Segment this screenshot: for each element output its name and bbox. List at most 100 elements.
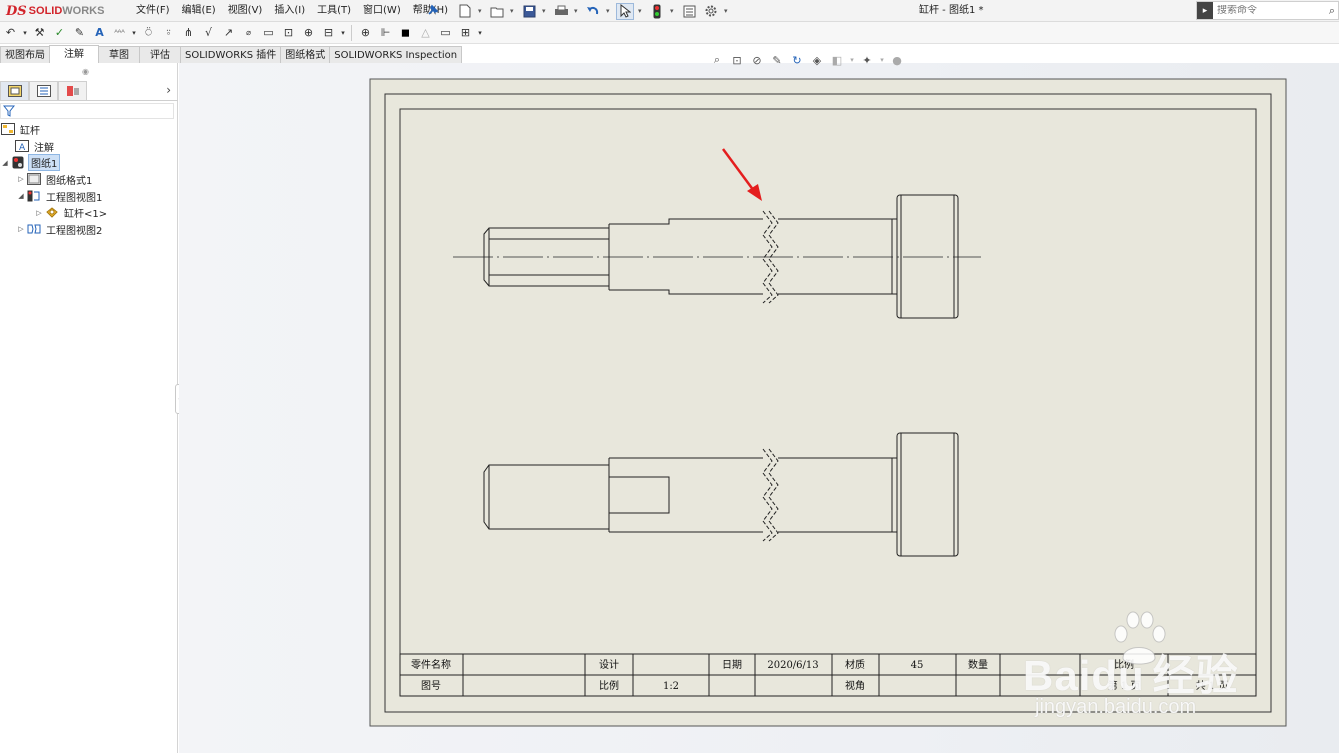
feature-tree: 缸杆 A 注解 ◢ 图纸1 ▷ 图纸格式1 ◢ 工程图视图1 ▷ 缸杆<1> ▷…	[0, 121, 178, 238]
menu-insert[interactable]: 插入(I)	[268, 0, 311, 22]
chevron-down-icon[interactable]: ▾	[477, 24, 483, 42]
print-icon[interactable]	[552, 3, 570, 20]
chevron-down-icon[interactable]: ▾	[478, 7, 484, 15]
revision-symbol-icon[interactable]: ▭	[437, 24, 454, 42]
tb-material-label: 材质	[845, 658, 865, 671]
weld-symbol-icon[interactable]: ↗	[220, 24, 237, 42]
filter-icon[interactable]	[3, 105, 15, 117]
sheet-format-icon	[26, 173, 41, 186]
expand-toggle-icon[interactable]: ◢	[0, 159, 10, 167]
chevron-down-icon[interactable]: ▾	[670, 7, 676, 15]
tb-scale-label-2: 比例	[1114, 658, 1134, 671]
tree-item-label: 注解	[34, 142, 54, 154]
tb-view-angle-label: 视角	[845, 679, 865, 692]
chevron-down-icon[interactable]: ▾	[638, 7, 644, 15]
graphics-area[interactable]: ⌕ ⊡ ⊘ ✎ ↻ ◈ ◧ ▾ ✦ ▾ ● 零件名称 设计 日期 2020/6/…	[179, 53, 1339, 753]
search-scope-icon[interactable]: ▸	[1197, 2, 1213, 19]
tb-material-value: 45	[911, 660, 924, 671]
menu-edit[interactable]: 编辑(E)	[176, 0, 222, 22]
menu-file[interactable]: 文件(F)	[130, 0, 176, 22]
tree-item-root[interactable]: 缸杆	[0, 121, 178, 138]
search-input[interactable]	[1217, 5, 1317, 16]
tb-scale-label: 比例	[599, 679, 619, 692]
configuration-manager-tab-icon[interactable]	[58, 81, 87, 100]
area-hatch-icon[interactable]: ◼	[397, 24, 414, 42]
pin-icon[interactable]	[426, 3, 440, 17]
center-mark-icon[interactable]: ⊕	[357, 24, 374, 42]
tree-item-drawing-view-1[interactable]: ◢ 工程图视图1	[0, 188, 178, 205]
surface-finish-icon[interactable]: √	[200, 24, 217, 42]
model-items-icon[interactable]: ⚒	[31, 24, 48, 42]
expand-toggle-icon[interactable]: ▷	[16, 175, 26, 183]
chevron-down-icon[interactable]: ▾	[131, 24, 137, 42]
solidworks-logo[interactable]: DS SOLIDWORKS	[6, 2, 104, 20]
tree-item-annotations[interactable]: A 注解	[0, 138, 178, 155]
tree-item-sheet[interactable]: ◢ 图纸1	[0, 154, 178, 172]
revision-cloud-icon[interactable]: △	[417, 24, 434, 42]
linear-note-pattern-icon[interactable]: ᴬᴬᴬ	[111, 24, 128, 42]
property-manager-tab-icon[interactable]	[29, 81, 58, 100]
tree-item-drawing-view-2[interactable]: ▷ 工程图视图2	[0, 221, 178, 238]
save-icon[interactable]	[520, 3, 538, 20]
feature-manager-tab-icon[interactable]	[0, 81, 29, 100]
tab-solidworks-addins[interactable]: SOLIDWORKS 插件	[180, 46, 282, 63]
logo-works: WORKS	[62, 5, 105, 17]
menu-view[interactable]: 视图(V)	[222, 0, 269, 22]
balloon-icon[interactable]: ⍥	[140, 24, 157, 42]
tree-item-part[interactable]: ▷ 缸杆<1>	[0, 204, 178, 221]
tab-view-layout[interactable]: 视图布局	[0, 46, 50, 63]
blocks-icon[interactable]: ⊟	[320, 24, 337, 42]
tab-sketch[interactable]: 草图	[98, 46, 140, 63]
panel-grip-icon[interactable]: ◉	[82, 67, 89, 76]
logo-solid: SOLID	[28, 5, 63, 17]
auto-balloon-icon[interactable]: ⍤	[160, 24, 177, 42]
rebuild-icon[interactable]	[648, 3, 666, 20]
menu-bar: 文件(F) 编辑(E) 视图(V) 插入(I) 工具(T) 窗口(W) 帮助(H…	[130, 0, 454, 22]
expand-toggle-icon[interactable]: ▷	[34, 209, 44, 217]
tab-evaluate[interactable]: 评估	[139, 46, 181, 63]
tree-item-label: 缸杆	[20, 125, 40, 137]
format-painter-icon[interactable]: ✎	[71, 24, 88, 42]
undo-icon[interactable]	[584, 3, 602, 20]
hole-callout-icon[interactable]: ⌀	[240, 24, 257, 42]
expand-toggle-icon[interactable]: ▷	[16, 225, 26, 233]
search-icon[interactable]: ⌕	[1329, 4, 1335, 18]
file-properties-icon[interactable]	[680, 3, 698, 20]
tb-date-label: 日期	[722, 659, 742, 671]
magnetic-line-icon[interactable]: ⋔	[180, 24, 197, 42]
smart-dimension-icon[interactable]: ↶	[2, 24, 19, 42]
datum-feature-icon[interactable]: ⊡	[280, 24, 297, 42]
tree-filter[interactable]	[0, 103, 174, 119]
sheet-icon	[10, 156, 25, 169]
select-pointer-icon[interactable]	[616, 2, 634, 20]
tree-item-sheet-format[interactable]: ▷ 图纸格式1	[0, 171, 178, 188]
chevron-down-icon[interactable]: ▾	[510, 7, 516, 15]
tab-sheet-format[interactable]: 图纸格式	[280, 46, 331, 63]
chevron-down-icon[interactable]: ▾	[542, 7, 548, 15]
chevron-down-icon[interactable]: ▾	[340, 24, 346, 42]
menu-tools[interactable]: 工具(T)	[311, 0, 357, 22]
chevron-right-icon[interactable]: ›	[166, 83, 171, 97]
tab-solidworks-inspection[interactable]: SOLIDWORKS Inspection	[329, 46, 463, 63]
tab-annotation[interactable]: 注解	[49, 45, 99, 63]
new-document-icon[interactable]	[456, 3, 474, 20]
geometric-tolerance-icon[interactable]: ▭	[260, 24, 277, 42]
chevron-down-icon[interactable]: ▾	[574, 7, 580, 15]
tb-design-label: 设计	[599, 658, 619, 671]
options-gear-icon[interactable]	[702, 3, 720, 20]
datum-target-icon[interactable]: ⊕	[300, 24, 317, 42]
chevron-down-icon[interactable]: ▾	[22, 24, 28, 42]
search-commands-box[interactable]: ▸ ⌕	[1196, 1, 1339, 20]
spell-checker-icon[interactable]: ✓	[51, 24, 68, 42]
tree-item-label: 图纸1	[28, 154, 61, 172]
chevron-down-icon[interactable]: ▾	[606, 7, 612, 15]
menu-window[interactable]: 窗口(W)	[357, 0, 407, 22]
note-icon[interactable]: A	[91, 24, 108, 42]
open-folder-icon[interactable]	[488, 3, 506, 20]
chevron-down-icon[interactable]: ▾	[724, 7, 730, 15]
tb-date-value: 2020/6/13	[767, 660, 818, 671]
tb-drawing-no-label: 图号	[421, 680, 441, 692]
expand-toggle-icon[interactable]: ◢	[16, 192, 26, 200]
centerline-icon[interactable]: ⊩	[377, 24, 394, 42]
table-icon[interactable]: ⊞	[457, 24, 474, 42]
